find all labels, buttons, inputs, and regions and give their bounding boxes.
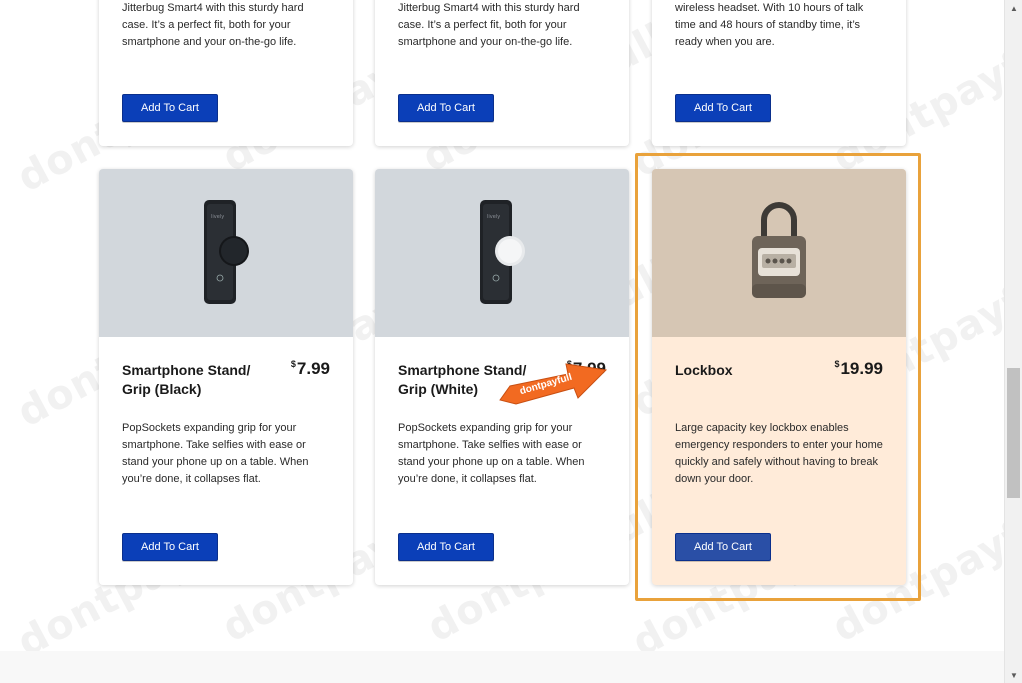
product-price: $7.99 xyxy=(291,359,330,379)
product-card: Jitterbug Smart4 with this sturdy hard c… xyxy=(375,0,629,146)
product-card-lockbox: Lockbox $19.99 Large capacity key lockbo… xyxy=(652,169,906,585)
price-value: 19.99 xyxy=(840,359,883,378)
product-card-stand-black: lively Smartphone Stand/ Grip (Black) $7… xyxy=(99,169,353,585)
add-to-cart-button[interactable]: Add To Cart xyxy=(675,533,771,561)
price-currency: $ xyxy=(834,359,840,369)
product-image[interactable]: lively xyxy=(99,169,353,337)
svg-text:lively: lively xyxy=(487,214,500,220)
product-card: wireless headset. With 10 hours of talk … xyxy=(652,0,906,146)
phone-with-white-grip-icon: lively xyxy=(480,200,525,304)
product-description: Jitterbug Smart4 with this sturdy hard c… xyxy=(122,2,304,48)
product-description: wireless headset. With 10 hours of talk … xyxy=(675,2,864,48)
product-price: $19.99 xyxy=(834,359,883,379)
product-card-stand-white: lively Smartphone Stand/ Grip (White) $7… xyxy=(375,169,629,585)
add-to-cart-button[interactable]: Add To Cart xyxy=(122,533,218,561)
price-value: 7.99 xyxy=(572,359,606,378)
product-title: Lockbox xyxy=(675,362,733,378)
add-to-cart-button[interactable]: Add To Cart xyxy=(398,533,494,561)
add-to-cart-button[interactable]: Add To Cart xyxy=(675,94,771,122)
product-description: PopSockets expanding grip for your smart… xyxy=(122,422,309,485)
price-currency: $ xyxy=(290,359,296,369)
svg-text:lively: lively xyxy=(211,214,224,220)
product-description: PopSockets expanding grip for your smart… xyxy=(398,422,585,485)
product-title: Smartphone Stand/ Grip (Black) xyxy=(122,362,251,397)
product-grid-page: dontpayfull dontpayfull dontpayfull dont… xyxy=(0,0,1004,683)
price-currency: $ xyxy=(566,359,572,369)
add-to-cart-button[interactable]: Add To Cart xyxy=(122,94,218,122)
scroll-up-arrow-icon[interactable]: ▲ xyxy=(1005,0,1022,16)
product-image[interactable] xyxy=(652,169,906,337)
product-card: Jitterbug Smart4 with this sturdy hard c… xyxy=(99,0,353,146)
scroll-down-arrow-icon[interactable]: ▼ xyxy=(1005,667,1022,683)
product-description: Large capacity key lockbox enables emerg… xyxy=(675,422,883,485)
product-description: Jitterbug Smart4 with this sturdy hard c… xyxy=(398,2,580,48)
scroll-thumb[interactable] xyxy=(1007,368,1020,498)
footer-band xyxy=(0,651,1004,683)
add-to-cart-button[interactable]: Add To Cart xyxy=(398,94,494,122)
product-price: $7.99 xyxy=(567,359,606,379)
vertical-scrollbar[interactable]: ▲ ▼ xyxy=(1004,0,1022,683)
product-image[interactable]: lively xyxy=(375,169,629,337)
price-value: 7.99 xyxy=(296,359,330,378)
phone-with-black-grip-icon: lively xyxy=(204,200,249,304)
key-lockbox-icon xyxy=(752,202,806,298)
